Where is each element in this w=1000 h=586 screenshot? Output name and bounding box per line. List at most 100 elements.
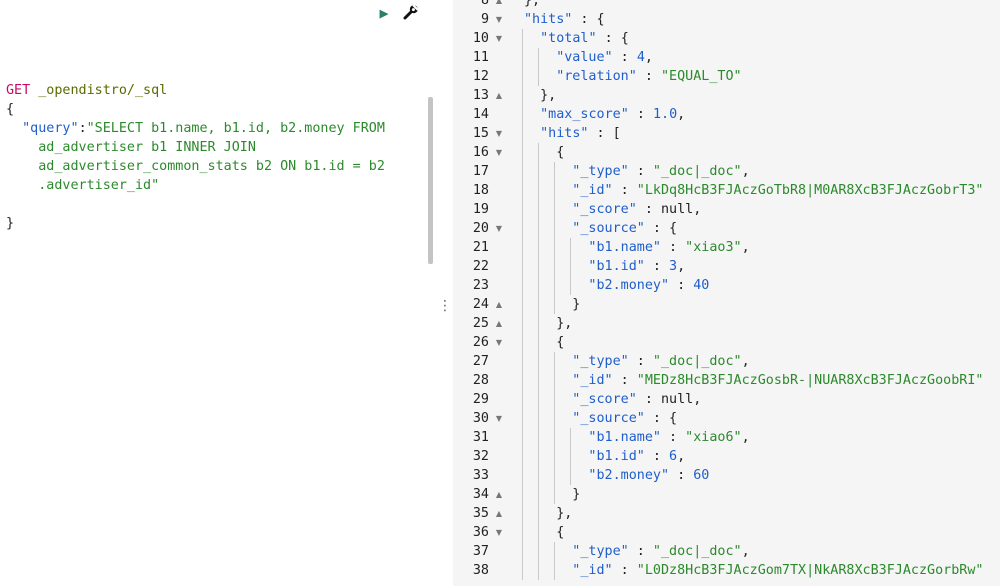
request-code-editor[interactable]: GET _opendistro/_sql { "query":"SELECT b… xyxy=(6,81,421,233)
request-line: ad_advertiser b1 INNER JOIN xyxy=(6,138,421,157)
code-text: }, xyxy=(524,0,540,10)
line-gutter: 27 xyxy=(453,352,509,371)
response-line: 12 "relation" : "EQUAL_TO" xyxy=(453,67,1000,86)
json-token: : xyxy=(669,278,694,293)
response-line: 25 ▲}, xyxy=(453,314,1000,333)
fold-arrow-up-icon[interactable]: ▲ xyxy=(494,504,504,523)
query-key: "query" xyxy=(22,121,79,136)
fold-arrow-up-icon[interactable]: ▲ xyxy=(494,314,504,333)
indent-guide xyxy=(538,200,540,219)
line-number: 17 xyxy=(472,164,489,179)
editor-scrollbar[interactable] xyxy=(428,97,433,264)
indent-guide xyxy=(538,181,540,200)
response-viewer-pane[interactable]: 8 ▲}, 9 ▼ "hits" : {10 ▼ "total" : {11 "value" … xyxy=(453,0,1000,586)
json-token: }, xyxy=(524,0,541,8)
code-text: "hits" : { xyxy=(524,10,605,29)
indent-guide xyxy=(522,219,523,238)
fold-arrow-down-icon[interactable]: ▼ xyxy=(494,143,504,162)
request-line: ad_advertiser_common_stats b2 ON b1.id =… xyxy=(6,157,421,176)
code-text: "_type" : "_doc|_doc", xyxy=(572,162,749,181)
indent-guide xyxy=(554,371,556,390)
response-line: 17 "_type" : "_doc|_doc", xyxy=(453,162,1000,181)
line-gutter: 9 ▼ xyxy=(453,10,509,29)
json-token: , xyxy=(741,430,750,445)
vertical-dots-icon[interactable]: ⋮ xyxy=(438,292,452,320)
play-icon[interactable]: ▶ xyxy=(376,3,392,23)
line-gutter: 38 xyxy=(453,561,509,580)
indent-guide xyxy=(522,333,523,352)
code-text: "relation" : "EQUAL_TO" xyxy=(556,67,741,86)
indent-guide xyxy=(538,523,540,542)
fold-arrow-down-icon[interactable]: ▼ xyxy=(494,29,504,48)
response-line: 34 ▲} xyxy=(453,485,1000,504)
code-text: "_source" : { xyxy=(572,219,677,238)
indent-guide xyxy=(554,390,556,409)
fold-arrow-down-icon[interactable]: ▼ xyxy=(494,10,504,29)
json-token: : xyxy=(644,449,670,464)
line-number: 31 xyxy=(472,430,489,445)
code-text: "b1.name" : "xiao3", xyxy=(588,238,749,257)
code-text: "hits" : [ xyxy=(540,124,621,143)
fold-arrow-up-icon[interactable]: ▲ xyxy=(494,0,504,10)
line-number: 23 xyxy=(472,278,489,293)
json-token: "_source" xyxy=(572,221,645,236)
request-editor-pane[interactable]: ▶ GET _opendistro/_sql { "query":"SELECT… xyxy=(0,0,436,586)
fold-arrow-down-icon[interactable]: ▼ xyxy=(494,124,504,143)
json-token: , xyxy=(741,240,750,255)
line-number: 33 xyxy=(472,468,489,483)
fold-arrow-down-icon[interactable]: ▼ xyxy=(494,409,504,428)
json-token: "value" xyxy=(556,50,613,65)
code-text: }, xyxy=(540,86,556,105)
wrench-icon[interactable] xyxy=(401,3,421,23)
response-line: 16 ▼ { xyxy=(453,143,1000,162)
json-token: { xyxy=(556,145,565,160)
json-token: "hits" xyxy=(524,12,573,27)
indent-guide xyxy=(522,238,523,257)
indent-guide xyxy=(538,276,540,295)
response-line: 14 "max_score" : 1.0, xyxy=(453,105,1000,124)
indent-guide xyxy=(522,390,523,409)
line-number: 22 xyxy=(472,259,489,274)
line-number: 30 xyxy=(472,411,489,426)
indent-guide xyxy=(554,485,556,504)
fold-arrow-up-icon[interactable]: ▲ xyxy=(494,86,504,105)
fold-arrow-down-icon[interactable]: ▼ xyxy=(494,219,504,238)
code-text: } xyxy=(572,485,580,504)
indent-guide xyxy=(522,200,523,219)
indent-guide xyxy=(538,314,540,333)
json-token: "b2.money" xyxy=(588,468,670,483)
request-path: _opendistro/_sql xyxy=(38,83,168,98)
indent-guide xyxy=(522,143,523,162)
indent-guide xyxy=(522,504,523,523)
line-gutter: 34 ▲ xyxy=(453,485,509,504)
line-gutter: 29 xyxy=(453,390,509,409)
line-number: 10 xyxy=(472,31,489,46)
query-string-part: ad_advertiser b1 INNER JOIN xyxy=(38,140,256,155)
response-line: 30 ▼ "_source" : { xyxy=(453,409,1000,428)
json-token: } xyxy=(572,297,581,312)
indent-guide xyxy=(570,447,572,466)
json-token: : xyxy=(644,259,670,274)
response-line: 19 "_score" : null, xyxy=(453,200,1000,219)
line-number: 38 xyxy=(472,563,489,578)
indent-guide xyxy=(538,67,540,86)
response-line: 37 "_type" : "_doc|_doc", xyxy=(453,542,1000,561)
json-token: , xyxy=(644,50,653,65)
code-text: "b2.money" : 60 xyxy=(588,466,709,485)
json-token: : xyxy=(628,544,653,559)
fold-arrow-up-icon[interactable]: ▲ xyxy=(494,485,504,504)
fold-arrow-up-icon[interactable]: ▲ xyxy=(494,295,504,314)
line-gutter: 22 xyxy=(453,257,509,276)
line-gutter: 23 xyxy=(453,276,509,295)
json-token: { xyxy=(556,525,565,540)
fold-arrow-down-icon[interactable]: ▼ xyxy=(494,333,504,352)
indent-guide xyxy=(538,257,540,276)
line-gutter: 12 xyxy=(453,67,509,86)
fold-arrow-down-icon[interactable]: ▼ xyxy=(494,523,504,542)
line-gutter: 28 xyxy=(453,371,509,390)
indent-guide xyxy=(570,238,572,257)
indent-guide xyxy=(570,466,572,485)
indent-guide xyxy=(522,29,523,48)
response-line: 13 ▲}, xyxy=(453,86,1000,105)
indent-guide xyxy=(522,86,523,105)
